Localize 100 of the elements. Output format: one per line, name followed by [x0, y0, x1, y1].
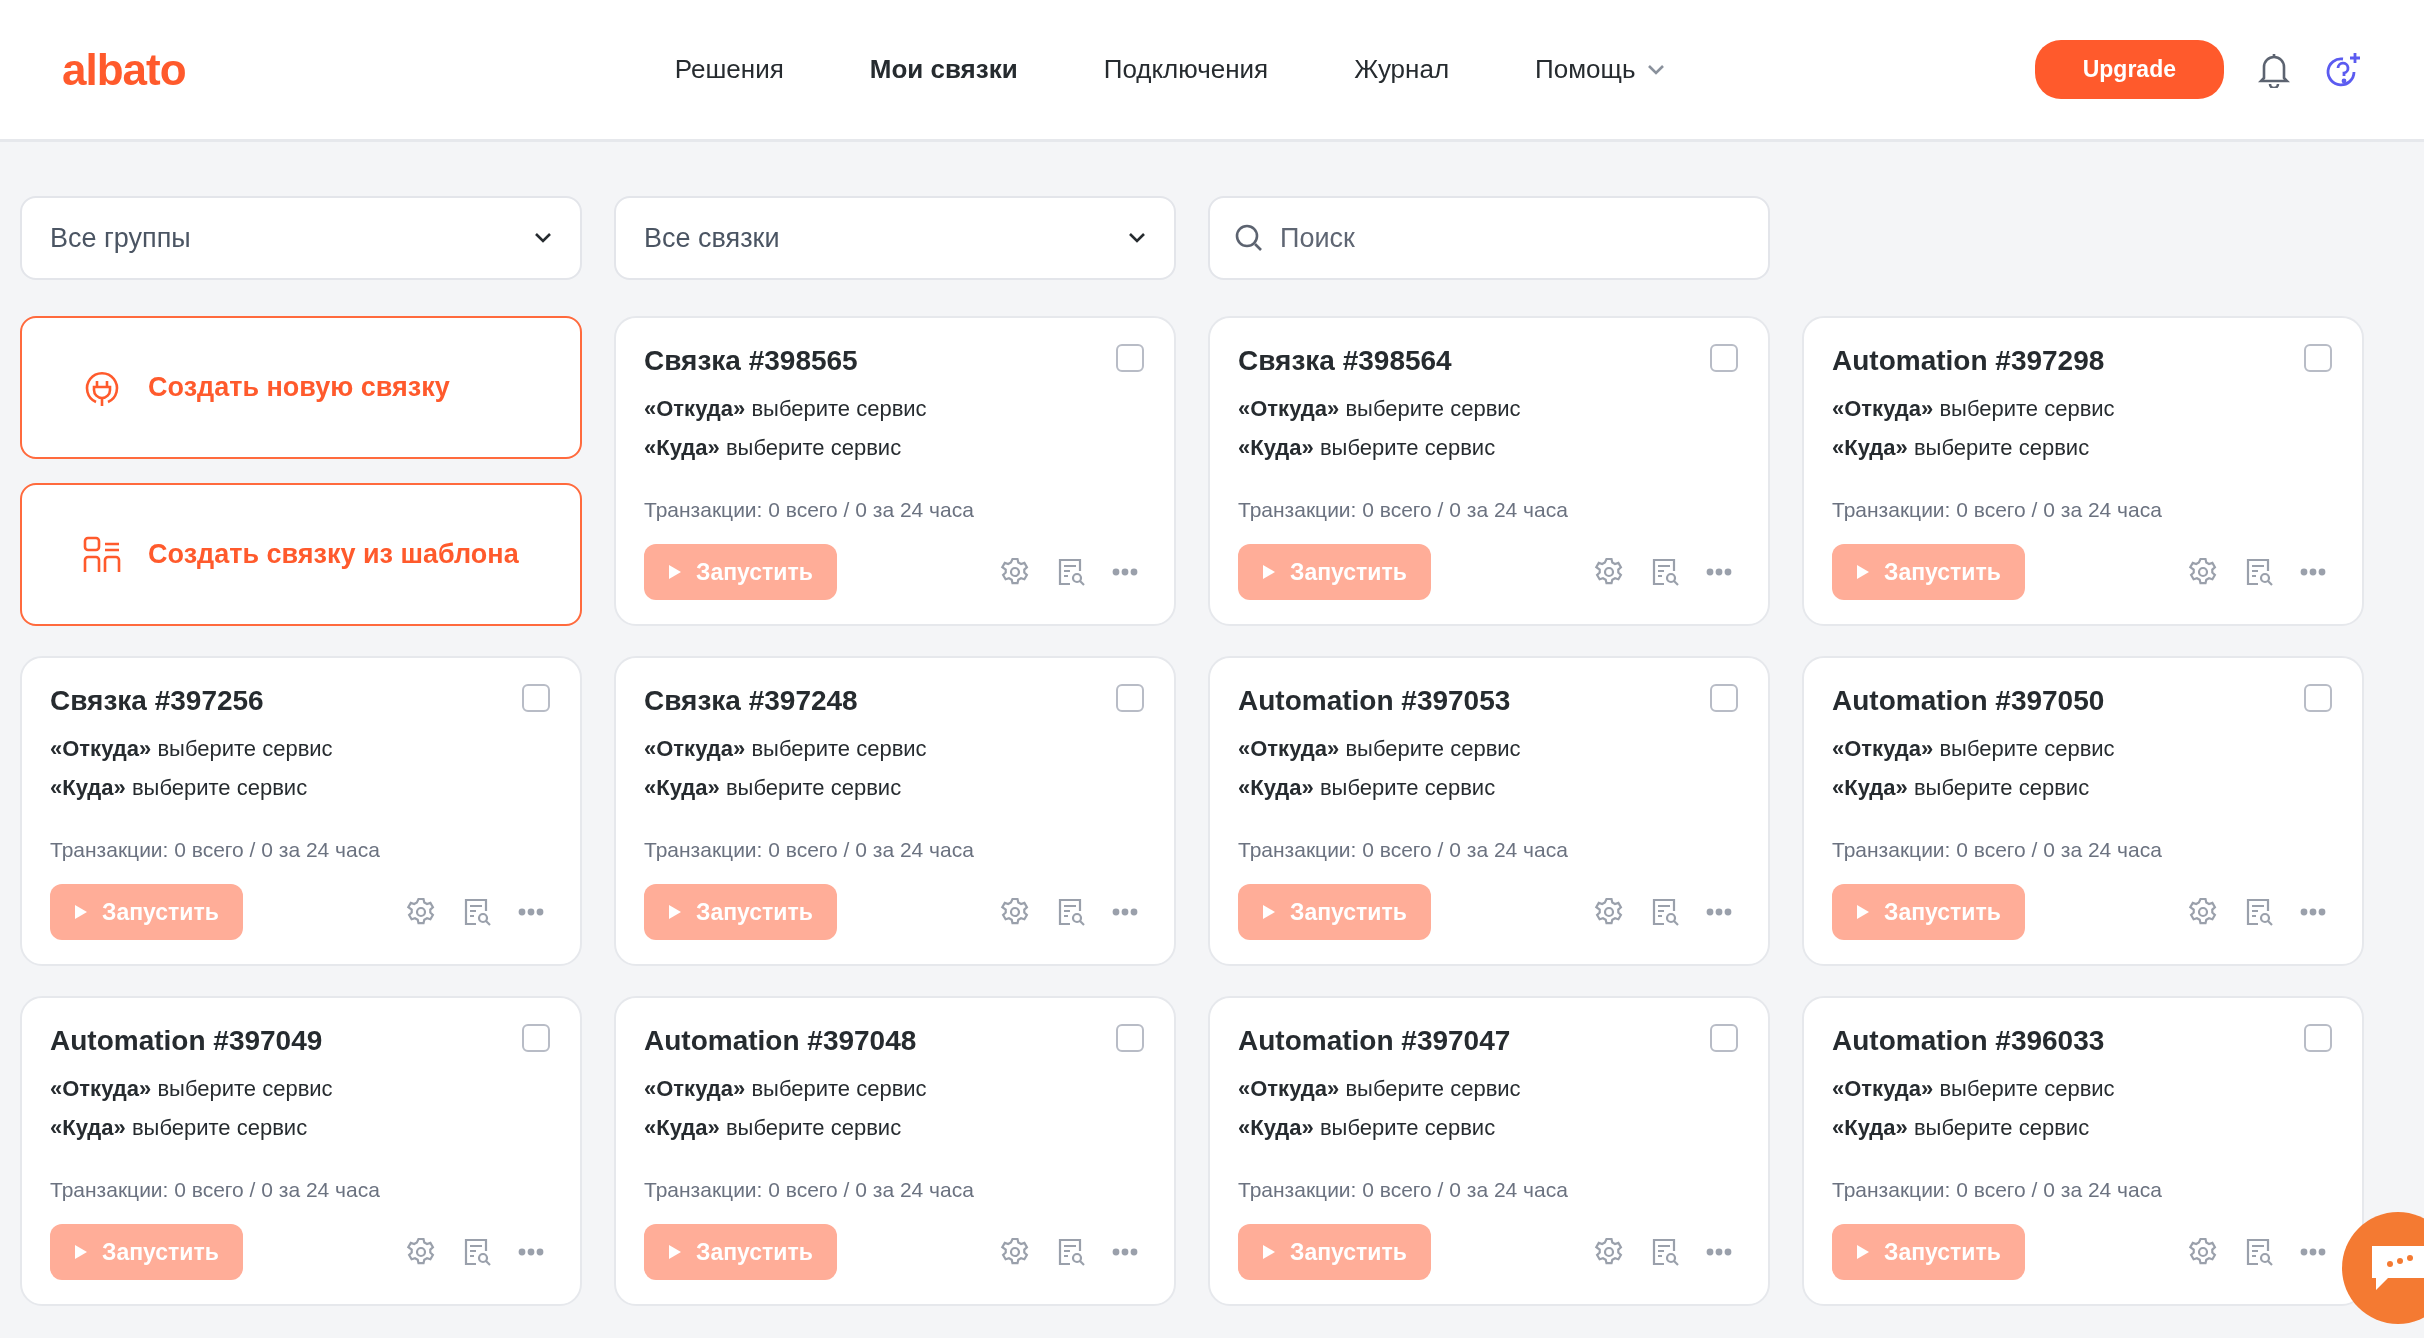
card-title: Связка #397248 — [644, 684, 858, 718]
create-button[interactable]: Создать новую связку — [20, 316, 582, 459]
transactions-text: Транзакции: 0 всего / 0 за 24 часа — [1832, 497, 2163, 523]
target-line: «Куда» выберите сервис — [644, 1113, 903, 1142]
document-search-icon[interactable] — [2244, 1236, 2274, 1267]
transactions-text: Транзакции: 0 всего / 0 за 24 часа — [1832, 1177, 2163, 1203]
card-title: Automation #397049 — [50, 1024, 323, 1058]
play-icon — [668, 903, 682, 920]
nav-tab[interactable]: Подключения — [1103, 50, 1269, 89]
gear-icon[interactable] — [2188, 896, 2218, 927]
more-icon[interactable] — [2300, 907, 2326, 916]
play-icon — [1262, 903, 1276, 920]
card-title: Связка #398564 — [1238, 344, 1452, 378]
more-icon[interactable] — [518, 1247, 544, 1256]
document-search-icon[interactable] — [1650, 1236, 1680, 1267]
gear-icon[interactable] — [1594, 1236, 1624, 1267]
gear-icon[interactable] — [2188, 556, 2218, 587]
more-icon[interactable] — [2300, 1247, 2326, 1256]
target-line: «Куда» выберите сервис — [1832, 773, 2091, 802]
target-line: «Куда» выберите сервис — [644, 433, 903, 462]
card-title: Automation #396033 — [1832, 1024, 2105, 1058]
chevron-icon — [1128, 232, 1146, 244]
nav-tab[interactable]: Помощь — [1535, 50, 1666, 89]
more-icon[interactable] — [1706, 907, 1732, 916]
transactions-text: Транзакции: 0 всего / 0 за 24 часа — [1238, 1177, 1569, 1203]
source-line: «Откуда» выберите сервис — [1238, 734, 1522, 763]
document-search-icon[interactable] — [462, 896, 492, 927]
target-line: «Куда» выберите сервис — [644, 773, 903, 802]
source-line: «Откуда» выберите сервис — [50, 734, 334, 763]
target-line: «Куда» выберите сервис — [50, 773, 309, 802]
dropdown-select[interactable]: Все связки — [614, 196, 1176, 280]
source-line: «Откуда» выберите сервис — [1832, 394, 2116, 423]
document-search-icon[interactable] — [1056, 556, 1086, 587]
play-icon — [1262, 563, 1276, 580]
target-line: «Куда» выберите сервис — [1238, 433, 1497, 462]
source-line: «Откуда» выберите сервис — [644, 1074, 928, 1103]
document-search-icon[interactable] — [1056, 1236, 1086, 1267]
gear-icon[interactable] — [406, 1236, 436, 1267]
transactions-text: Транзакции: 0 всего / 0 за 24 часа — [50, 1177, 381, 1203]
source-line: «Откуда» выберите сервис — [50, 1074, 334, 1103]
play-icon — [668, 1243, 682, 1260]
target-line: «Куда» выберите сервис — [1832, 1113, 2091, 1142]
nav-tab[interactable]: Решения — [674, 50, 784, 89]
source-line: «Откуда» выберите сервис — [644, 394, 928, 423]
play-icon — [74, 1243, 88, 1260]
play-icon — [668, 563, 682, 580]
play-icon — [1856, 1243, 1870, 1260]
transactions-text: Транзакции: 0 всего / 0 за 24 часа — [1238, 497, 1569, 523]
nav-tab[interactable]: Мои связки — [869, 50, 1018, 89]
target-line: «Куда» выберите сервис — [1238, 773, 1497, 802]
transactions-text: Транзакции: 0 всего / 0 за 24 часа — [644, 497, 975, 523]
more-icon[interactable] — [1112, 1247, 1138, 1256]
dropdown-select[interactable]: Все группы — [20, 196, 582, 280]
nav-tab[interactable]: Журнал — [1354, 50, 1450, 89]
transactions-text: Транзакции: 0 всего / 0 за 24 часа — [644, 837, 975, 863]
gear-icon[interactable] — [1000, 896, 1030, 927]
play-icon — [1856, 563, 1870, 580]
more-icon[interactable] — [1706, 1247, 1732, 1256]
more-icon[interactable] — [2300, 567, 2326, 576]
source-line: «Откуда» выберите сервис — [1238, 394, 1522, 423]
bell-icon[interactable] — [2258, 51, 2290, 88]
play-icon — [1262, 1243, 1276, 1260]
gear-icon[interactable] — [2188, 1236, 2218, 1267]
upgrade-button[interactable]: Upgrade — [2034, 40, 2224, 99]
gear-icon[interactable] — [406, 896, 436, 927]
target-line: «Куда» выберите сервис — [1832, 433, 2091, 462]
document-search-icon[interactable] — [1056, 896, 1086, 927]
transactions-text: Транзакции: 0 всего / 0 за 24 часа — [1832, 837, 2163, 863]
source-line: «Откуда» выберите сервис — [1238, 1074, 1522, 1103]
gear-icon[interactable] — [1594, 896, 1624, 927]
play-icon — [1856, 903, 1870, 920]
transactions-text: Транзакции: 0 всего / 0 за 24 часа — [50, 837, 381, 863]
more-icon[interactable] — [1112, 567, 1138, 576]
more-icon[interactable] — [1706, 567, 1732, 576]
chat-button[interactable] — [2342, 1212, 2424, 1324]
more-icon[interactable] — [1112, 907, 1138, 916]
target-line: «Куда» выберите сервис — [50, 1113, 309, 1142]
document-search-icon[interactable] — [1650, 896, 1680, 927]
more-icon[interactable] — [518, 907, 544, 916]
gear-icon[interactable] — [1000, 556, 1030, 587]
document-search-icon[interactable] — [1650, 556, 1680, 587]
source-line: «Откуда» выберите сервис — [1832, 734, 2116, 763]
transactions-text: Транзакции: 0 всего / 0 за 24 часа — [1238, 837, 1569, 863]
target-line: «Куда» выберите сервис — [1238, 1113, 1497, 1142]
document-search-icon[interactable] — [2244, 896, 2274, 927]
card-title: Automation #397053 — [1238, 684, 1511, 718]
template-icon — [82, 534, 122, 575]
card-title: Automation #397047 — [1238, 1024, 1511, 1058]
gear-icon[interactable] — [1000, 1236, 1030, 1267]
transactions-text: Транзакции: 0 всего / 0 за 24 часа — [644, 1177, 975, 1203]
document-search-icon[interactable] — [462, 1236, 492, 1267]
card-title: Automation #397050 — [1832, 684, 2105, 718]
gear-icon[interactable] — [1594, 556, 1624, 587]
card-title: Связка #398565 — [644, 344, 858, 378]
document-search-icon[interactable] — [2244, 556, 2274, 587]
create-button[interactable]: Создать связку из шаблона — [20, 483, 582, 626]
play-icon — [74, 903, 88, 920]
search-field[interactable]: Поиск — [1208, 196, 1770, 280]
source-line: «Откуда» выберите сервис — [644, 734, 928, 763]
logo[interactable]: albato — [62, 36, 186, 103]
